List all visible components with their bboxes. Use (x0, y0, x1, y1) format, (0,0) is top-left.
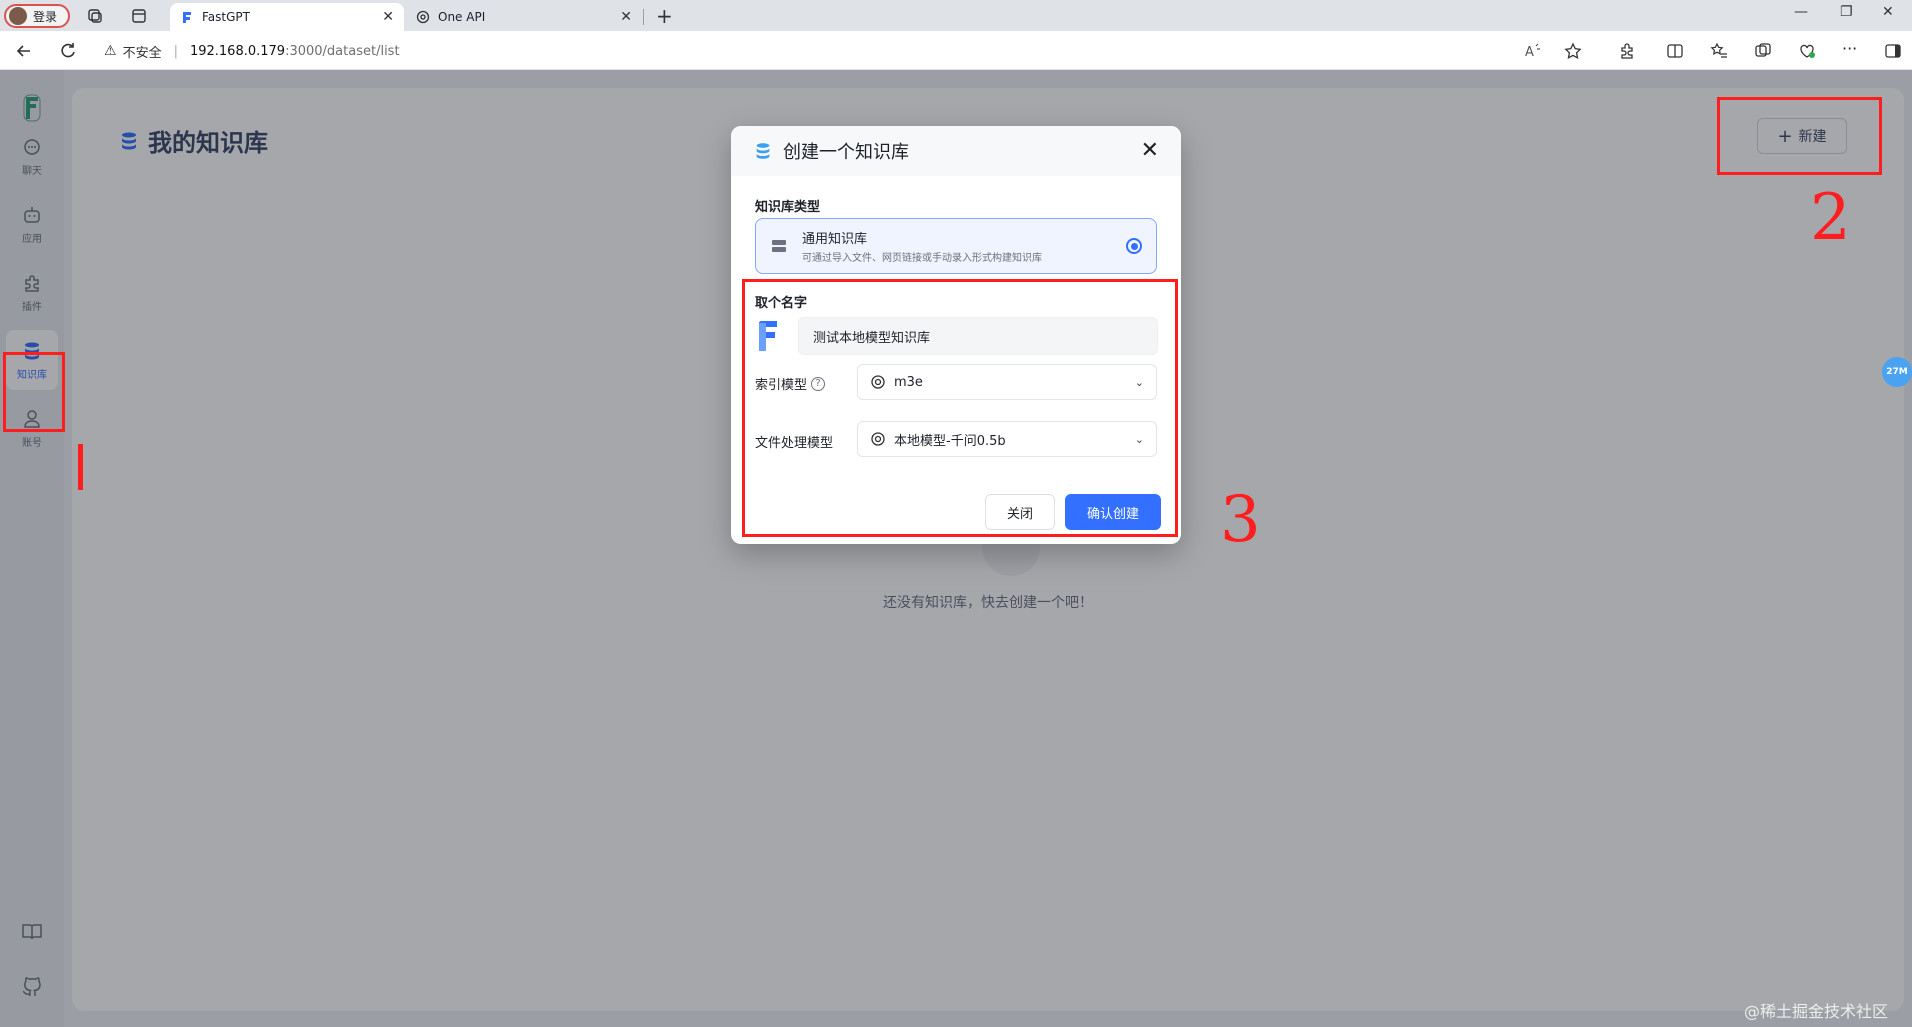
annotation-box-1 (3, 352, 65, 432)
fastgpt-favicon-icon (183, 12, 191, 23)
type-label: 知识库类型 (755, 200, 821, 215)
extensions-icon[interactable] (1618, 42, 1636, 60)
annotation-label-2: 2 (1810, 181, 1851, 255)
modal-header: 创建一个知识库 ✕ (731, 126, 1181, 176)
url-field[interactable]: ⚠ 不安全 | 192.168.0.179:3000/dataset/list (104, 37, 1584, 65)
security-label: 不安全 (122, 45, 162, 61)
modal-title: 创建一个知识库 (783, 142, 909, 163)
annotation-box-3 (742, 279, 1178, 537)
type-option-desc: 可通过导入文件、网页链接或手动录入形式构建知识库 (802, 253, 1042, 264)
collections-icon[interactable] (86, 7, 104, 25)
annotation-label-3: 3 (1220, 483, 1261, 557)
annotation-box-2 (1717, 97, 1882, 175)
address-bar: ⚠ 不安全 | 192.168.0.179:3000/dataset/list … (0, 31, 1912, 70)
side-float-badge[interactable]: 27M (1882, 357, 1912, 387)
url-path: :3000/dataset/list (285, 43, 400, 59)
read-aloud-icon[interactable]: A (1524, 42, 1542, 60)
openai-favicon-icon (416, 10, 430, 24)
restore-icon[interactable]: ❐ (1840, 4, 1853, 20)
tab-fastgpt[interactable]: FastGPT ✕ (170, 3, 404, 31)
profile-avatar (9, 7, 27, 25)
annotation-label-1 (78, 444, 83, 490)
type-option-title: 通用知识库 (802, 232, 868, 247)
refresh-icon[interactable] (58, 41, 78, 61)
favorite-star-icon[interactable] (1564, 42, 1582, 60)
favorites-list-icon[interactable] (1710, 42, 1728, 60)
tab-separator (643, 9, 644, 25)
dataset-type-option[interactable]: 通用知识库 可通过导入文件、网页链接或手动录入形式构建知识库 (755, 218, 1157, 274)
svg-text:A: A (1525, 45, 1534, 60)
close-icon[interactable]: ✕ (1141, 140, 1159, 162)
sidebar-toggle-icon[interactable] (1884, 42, 1902, 60)
url-host: 192.168.0.179 (189, 43, 286, 59)
browser-tab-bar: 登录 FastGPT ✕ One API ✕ + — ❐ ✕ (0, 0, 1912, 31)
dataset-modal-icon (756, 143, 770, 159)
back-icon[interactable] (14, 41, 34, 61)
server-icon (772, 240, 786, 252)
profile-button[interactable]: 登录 (4, 4, 70, 28)
type-radio[interactable] (1126, 238, 1142, 254)
tab-actions-icon[interactable] (130, 7, 148, 25)
more-menu-icon[interactable]: ··· (1842, 39, 1860, 58)
warning-icon: ⚠ (104, 43, 117, 59)
close-tab-icon[interactable]: ✕ (382, 9, 394, 25)
browser-essentials-icon[interactable] (1798, 42, 1816, 60)
profile-label: 登录 (33, 9, 58, 24)
window-close-icon[interactable]: ✕ (1882, 4, 1894, 20)
minimize-icon[interactable]: — (1794, 4, 1808, 20)
watermark: @稀土掘金技术社区 (1744, 1002, 1889, 1021)
url-separator: | (173, 43, 178, 59)
split-screen-icon[interactable] (1666, 42, 1684, 60)
new-tab-icon[interactable]: + (656, 4, 673, 28)
type-option-text: 通用知识库 可通过导入文件、网页链接或手动录入形式构建知识库 (802, 228, 1112, 264)
collections-toolbar-icon[interactable] (1754, 42, 1772, 60)
close-tab-icon[interactable]: ✕ (620, 9, 632, 25)
tab-one-api[interactable]: One API ✕ (406, 3, 642, 31)
tab-label: One API (438, 10, 486, 24)
tab-label: FastGPT (202, 10, 250, 24)
